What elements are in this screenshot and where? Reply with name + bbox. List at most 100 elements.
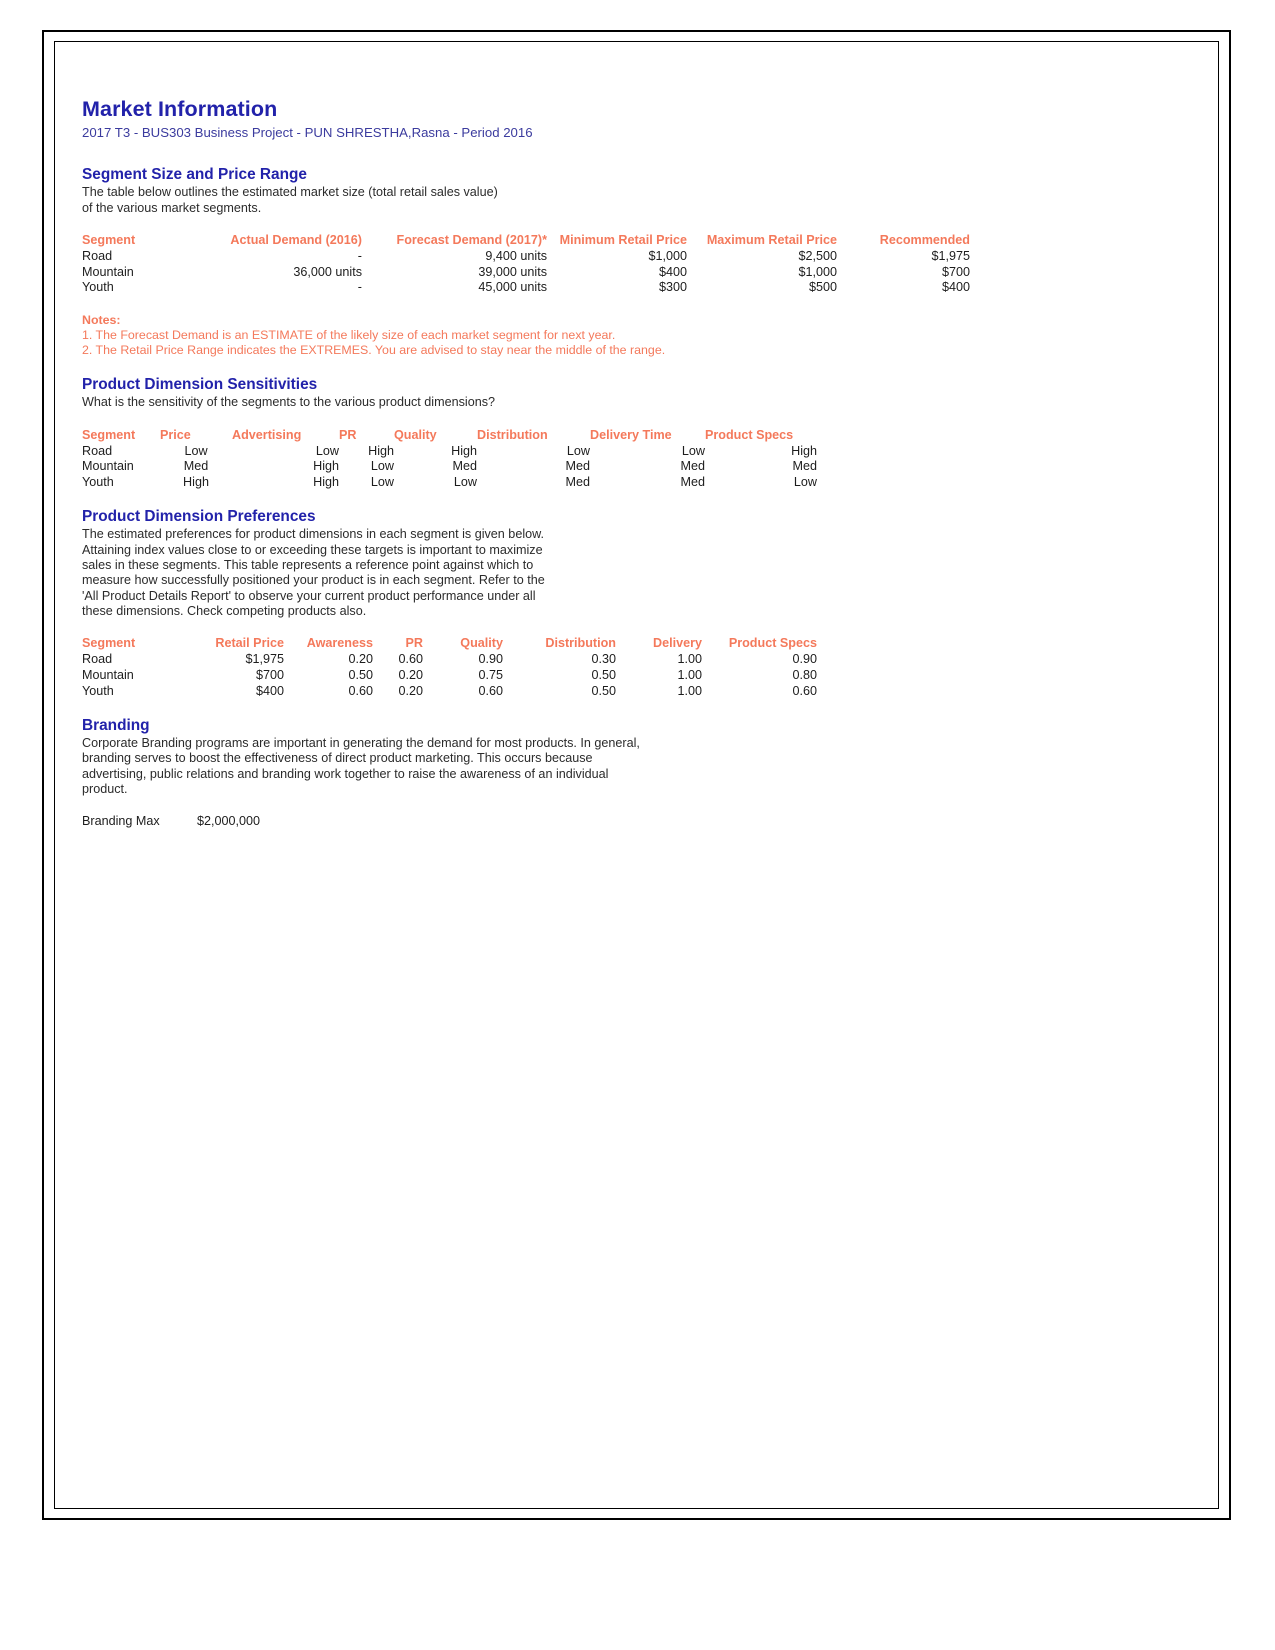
- table-row: Road - 9,400 units $1,000 $2,500 $1,975: [82, 249, 970, 265]
- column-header-retail-price: Retail Price: [215, 636, 284, 651]
- note-item-1: 1. The Forecast Demand is an ESTIMATE of…: [82, 327, 616, 342]
- column-header-advertising: Advertising: [232, 427, 302, 442]
- cell-distribution: Med: [565, 459, 591, 474]
- column-header-maximum-retail-price: Maximum Retail Price: [706, 233, 837, 248]
- cell-pr: 0.20: [398, 683, 423, 698]
- notes-block: Notes: 1. The Forecast Demand is an ESTI…: [82, 313, 1062, 358]
- cell-segment: Road: [82, 652, 113, 667]
- preference-table: Segment Retail Price Awareness PR Qualit…: [82, 636, 817, 698]
- section-heading-branding: Branding: [82, 716, 150, 734]
- column-header-distribution: Distribution: [477, 427, 548, 442]
- cell-pr: 0.60: [398, 652, 423, 667]
- cell-quality: 0.75: [478, 668, 503, 683]
- cell-distribution: 0.30: [591, 652, 616, 667]
- column-header-distribution: Distribution: [545, 636, 616, 651]
- table-row: Mountain Med High Low Med Med Med Med: [82, 459, 817, 475]
- cell-forecast-demand: 39,000 units: [478, 264, 547, 279]
- cell-quality: 0.90: [478, 652, 503, 667]
- cell-pr: Low: [370, 474, 394, 489]
- table-row: Road $1,975 0.20 0.60 0.90 0.30 1.00 0.9…: [82, 652, 817, 668]
- section-heading-sensitivities: Product Dimension Sensitivities: [82, 375, 318, 393]
- table-row: Road Low Low High High Low Low High: [82, 443, 817, 459]
- table-header-row: Segment Price Advertising PR Quality Dis…: [82, 428, 817, 444]
- cell-segment: Mountain: [82, 459, 134, 474]
- segment-size-table: Segment Actual Demand (2016) Forecast De…: [82, 233, 970, 295]
- column-header-segment: Segment: [82, 427, 136, 442]
- column-header-actual-demand: Actual Demand (2016): [230, 233, 362, 248]
- cell-advertising: High: [313, 459, 339, 474]
- column-header-segment: Segment: [82, 636, 136, 651]
- cell-retail-price: $1,975: [245, 652, 284, 667]
- branding-max-value: $2,000,000: [197, 814, 261, 829]
- column-header-product-specs: Product Specs: [705, 427, 794, 442]
- preferences-intro-line-6: these dimensions. Check competing produc…: [82, 603, 367, 618]
- cell-awareness: 0.20: [348, 652, 373, 667]
- column-header-delivery-time: Delivery Time: [590, 427, 672, 442]
- document-subtitle: 2017 T3 - BUS303 Business Project - PUN …: [82, 125, 533, 141]
- table-row: Youth High High Low Low Med Med Low: [82, 474, 817, 490]
- preferences-intro-line-5: 'All Product Details Report' to observe …: [82, 588, 536, 603]
- cell-advertising: Low: [315, 443, 339, 458]
- cell-retail-price: $700: [255, 668, 284, 683]
- section-intro-sensitivities: What is the sensitivity of the segments …: [82, 395, 1062, 410]
- preferences-intro-line-2: Attaining index values close to or excee…: [82, 542, 543, 557]
- column-header-awareness: Awareness: [306, 636, 373, 651]
- section-intro-branding: Corporate Branding programs are importan…: [82, 736, 1062, 797]
- cell-actual-demand: -: [357, 280, 362, 295]
- column-header-price: Price: [160, 427, 191, 442]
- cell-recommended: $700: [941, 264, 970, 279]
- sensitivity-table: Segment Price Advertising PR Quality Dis…: [82, 428, 817, 490]
- cell-product-specs: Med: [792, 459, 818, 474]
- preferences-intro-line-3: sales in these segments. This table repr…: [82, 557, 534, 572]
- cell-delivery: 1.00: [677, 668, 702, 683]
- cell-product-specs: High: [791, 443, 817, 458]
- column-header-recommended: Recommended: [879, 233, 970, 248]
- table-header-row: Segment Retail Price Awareness PR Qualit…: [82, 636, 817, 652]
- cell-quality: Med: [452, 459, 478, 474]
- cell-segment: Youth: [82, 474, 114, 489]
- table-header-row: Segment Actual Demand (2016) Forecast De…: [82, 233, 970, 249]
- cell-distribution: Low: [566, 443, 590, 458]
- cell-maximum-retail-price: $1,000: [798, 264, 837, 279]
- branding-intro-line-4: product.: [82, 782, 128, 797]
- section-intro-preferences: The estimated preferences for product di…: [82, 527, 1062, 619]
- cell-recommended: $1,975: [931, 249, 970, 264]
- cell-maximum-retail-price: $500: [808, 280, 837, 295]
- cell-retail-price: $400: [255, 683, 284, 698]
- cell-product-specs: Low: [793, 474, 817, 489]
- cell-distribution: Med: [565, 474, 591, 489]
- cell-segment: Youth: [82, 683, 114, 698]
- column-header-quality: Quality: [394, 427, 437, 442]
- section-intro-segment-size: The table below outlines the estimated m…: [82, 185, 1062, 216]
- cell-segment: Mountain: [82, 668, 134, 683]
- table-row: Mountain $700 0.50 0.20 0.75 0.50 1.00 0…: [82, 668, 817, 684]
- table-row: Mountain 36,000 units 39,000 units $400 …: [82, 264, 970, 280]
- cell-price: High: [183, 474, 209, 489]
- cell-pr: 0.20: [398, 668, 423, 683]
- branding-max-label: Branding Max: [82, 814, 160, 829]
- cell-forecast-demand: 45,000 units: [478, 280, 547, 295]
- cell-product-specs: 0.90: [792, 652, 817, 667]
- cell-awareness: 0.50: [348, 668, 373, 683]
- cell-quality: Low: [453, 474, 477, 489]
- preferences-intro-line-4: measure how successfully positioned your…: [82, 573, 545, 588]
- sensitivities-intro-line-1: What is the sensitivity of the segments …: [82, 395, 495, 410]
- cell-distribution: 0.50: [591, 668, 616, 683]
- cell-recommended: $400: [941, 280, 970, 295]
- cell-delivery: 1.00: [677, 683, 702, 698]
- cell-delivery: 1.00: [677, 652, 702, 667]
- cell-delivery-time: Low: [681, 443, 705, 458]
- cell-pr: High: [368, 443, 394, 458]
- column-header-forecast-demand: Forecast Demand (2017)*: [396, 233, 548, 248]
- document-body: Market Information 2017 T3 - BUS303 Busi…: [82, 97, 1062, 830]
- column-header-quality: Quality: [460, 636, 503, 651]
- column-header-pr: PR: [405, 636, 424, 651]
- cell-forecast-demand: 9,400 units: [485, 249, 547, 264]
- column-header-product-specs: Product Specs: [728, 636, 817, 651]
- column-header-segment: Segment: [82, 233, 136, 248]
- column-header-delivery: Delivery: [652, 636, 702, 651]
- branding-intro-line-2: branding serves to boost the effectivene…: [82, 751, 593, 766]
- cell-delivery-time: Med: [680, 459, 706, 474]
- cell-maximum-retail-price: $2,500: [798, 249, 837, 264]
- segment-size-intro-line-2: of the various market segments.: [82, 200, 262, 215]
